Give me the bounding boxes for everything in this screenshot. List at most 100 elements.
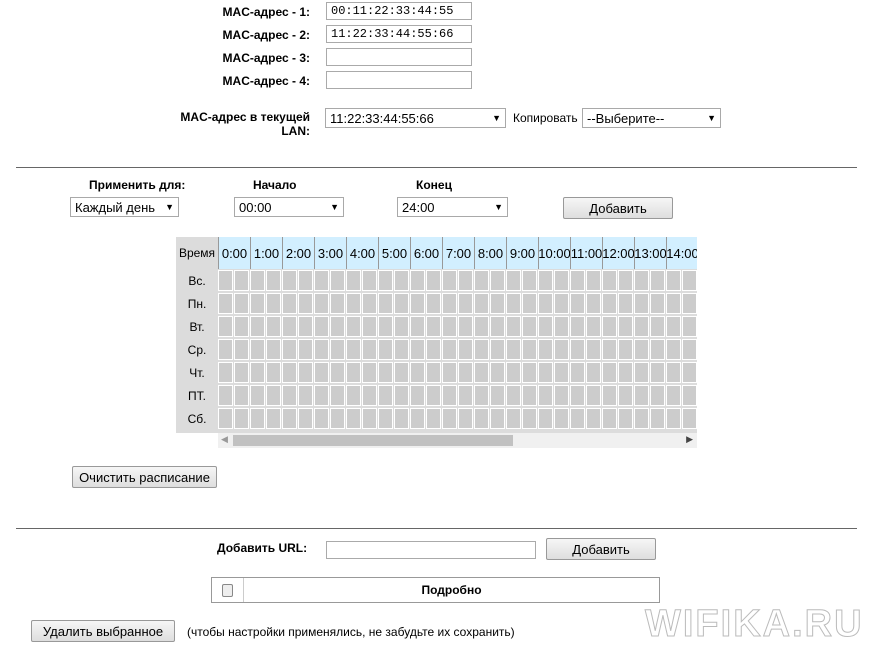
schedule-cell[interactable] bbox=[458, 408, 473, 429]
schedule-cell[interactable] bbox=[282, 339, 297, 360]
schedule-cell[interactable] bbox=[538, 316, 553, 337]
schedule-cell[interactable] bbox=[602, 408, 617, 429]
schedule-cell[interactable] bbox=[522, 362, 537, 383]
schedule-cell[interactable] bbox=[410, 339, 425, 360]
schedule-cell[interactable] bbox=[506, 408, 521, 429]
schedule-cell[interactable] bbox=[442, 385, 457, 406]
schedule-cell[interactable] bbox=[650, 339, 665, 360]
horizontal-scrollbar[interactable]: ◀ ▶ bbox=[218, 433, 697, 448]
schedule-cell[interactable] bbox=[474, 385, 489, 406]
schedule-cell[interactable] bbox=[442, 408, 457, 429]
schedule-cell[interactable] bbox=[282, 385, 297, 406]
schedule-cell[interactable] bbox=[266, 316, 281, 337]
schedule-cell[interactable] bbox=[426, 385, 441, 406]
delete-selected-button[interactable]: Удалить выбранное bbox=[31, 620, 175, 642]
schedule-cell[interactable] bbox=[346, 385, 361, 406]
schedule-cell[interactable] bbox=[298, 408, 313, 429]
schedule-cell[interactable] bbox=[266, 408, 281, 429]
schedule-cell[interactable] bbox=[474, 270, 489, 291]
schedule-cell[interactable] bbox=[298, 270, 313, 291]
schedule-cell[interactable] bbox=[234, 339, 249, 360]
schedule-cell[interactable] bbox=[234, 408, 249, 429]
schedule-cell[interactable] bbox=[602, 339, 617, 360]
schedule-cell[interactable] bbox=[586, 385, 601, 406]
schedule-cell[interactable] bbox=[554, 385, 569, 406]
schedule-cell[interactable] bbox=[426, 362, 441, 383]
schedule-cell[interactable] bbox=[474, 408, 489, 429]
schedule-cell[interactable] bbox=[346, 316, 361, 337]
schedule-cell[interactable] bbox=[586, 362, 601, 383]
schedule-cell[interactable] bbox=[282, 362, 297, 383]
schedule-cell[interactable] bbox=[666, 408, 681, 429]
schedule-cell[interactable] bbox=[394, 339, 409, 360]
schedule-cell[interactable] bbox=[378, 293, 393, 314]
schedule-cell[interactable] bbox=[682, 270, 697, 291]
schedule-cell[interactable] bbox=[426, 408, 441, 429]
schedule-cell[interactable] bbox=[410, 270, 425, 291]
schedule-cell[interactable] bbox=[634, 339, 649, 360]
schedule-cell[interactable] bbox=[538, 270, 553, 291]
schedule-cell[interactable] bbox=[634, 293, 649, 314]
schedule-cell[interactable] bbox=[234, 293, 249, 314]
schedule-cell[interactable] bbox=[554, 316, 569, 337]
schedule-cell[interactable] bbox=[394, 385, 409, 406]
add-schedule-button[interactable]: Добавить bbox=[563, 197, 673, 219]
schedule-cell[interactable] bbox=[442, 270, 457, 291]
schedule-cell[interactable] bbox=[570, 270, 585, 291]
schedule-cell[interactable] bbox=[394, 362, 409, 383]
scroll-left-icon[interactable]: ◀ bbox=[221, 434, 228, 445]
schedule-cell[interactable] bbox=[298, 316, 313, 337]
schedule-cell[interactable] bbox=[554, 408, 569, 429]
schedule-cell[interactable] bbox=[378, 316, 393, 337]
schedule-cell[interactable] bbox=[506, 362, 521, 383]
schedule-cell[interactable] bbox=[250, 385, 265, 406]
schedule-cell[interactable] bbox=[474, 316, 489, 337]
scrollbar-thumb[interactable] bbox=[233, 435, 513, 446]
schedule-cell[interactable] bbox=[666, 339, 681, 360]
schedule-cell[interactable] bbox=[602, 316, 617, 337]
schedule-cell[interactable] bbox=[586, 293, 601, 314]
schedule-cell[interactable] bbox=[602, 385, 617, 406]
schedule-cell[interactable] bbox=[330, 339, 345, 360]
schedule-cell[interactable] bbox=[666, 362, 681, 383]
schedule-cell[interactable] bbox=[506, 316, 521, 337]
schedule-cell[interactable] bbox=[314, 385, 329, 406]
schedule-cell[interactable] bbox=[426, 316, 441, 337]
schedule-cell[interactable] bbox=[618, 293, 633, 314]
schedule-cell[interactable] bbox=[650, 362, 665, 383]
schedule-cell[interactable] bbox=[218, 339, 233, 360]
schedule-cell[interactable] bbox=[314, 293, 329, 314]
schedule-cell[interactable] bbox=[570, 293, 585, 314]
schedule-cell[interactable] bbox=[410, 316, 425, 337]
schedule-cell[interactable] bbox=[586, 339, 601, 360]
schedule-cell[interactable] bbox=[522, 293, 537, 314]
schedule-cell[interactable] bbox=[234, 316, 249, 337]
schedule-cell[interactable] bbox=[490, 339, 505, 360]
schedule-cell[interactable] bbox=[362, 408, 377, 429]
schedule-cell[interactable] bbox=[298, 385, 313, 406]
schedule-cell[interactable] bbox=[442, 362, 457, 383]
schedule-cell[interactable] bbox=[266, 293, 281, 314]
schedule-cell[interactable] bbox=[378, 385, 393, 406]
schedule-cell[interactable] bbox=[378, 270, 393, 291]
schedule-cell[interactable] bbox=[314, 316, 329, 337]
schedule-cell[interactable] bbox=[666, 293, 681, 314]
start-select[interactable]: 00:00 ▼ bbox=[234, 197, 344, 217]
schedule-cell[interactable] bbox=[410, 362, 425, 383]
schedule-cell[interactable] bbox=[682, 362, 697, 383]
clear-schedule-button[interactable]: Очистить расписание bbox=[72, 466, 217, 488]
schedule-cell[interactable] bbox=[490, 270, 505, 291]
schedule-cell[interactable] bbox=[618, 362, 633, 383]
schedule-cell[interactable] bbox=[522, 339, 537, 360]
schedule-cell[interactable] bbox=[282, 408, 297, 429]
schedule-cell[interactable] bbox=[570, 385, 585, 406]
schedule-cell[interactable] bbox=[458, 316, 473, 337]
schedule-cell[interactable] bbox=[682, 316, 697, 337]
schedule-cell[interactable] bbox=[650, 316, 665, 337]
schedule-cell[interactable] bbox=[378, 362, 393, 383]
schedule-cell[interactable] bbox=[330, 408, 345, 429]
schedule-cell[interactable] bbox=[586, 316, 601, 337]
schedule-cell[interactable] bbox=[314, 408, 329, 429]
schedule-cell[interactable] bbox=[346, 339, 361, 360]
schedule-cell[interactable] bbox=[570, 339, 585, 360]
